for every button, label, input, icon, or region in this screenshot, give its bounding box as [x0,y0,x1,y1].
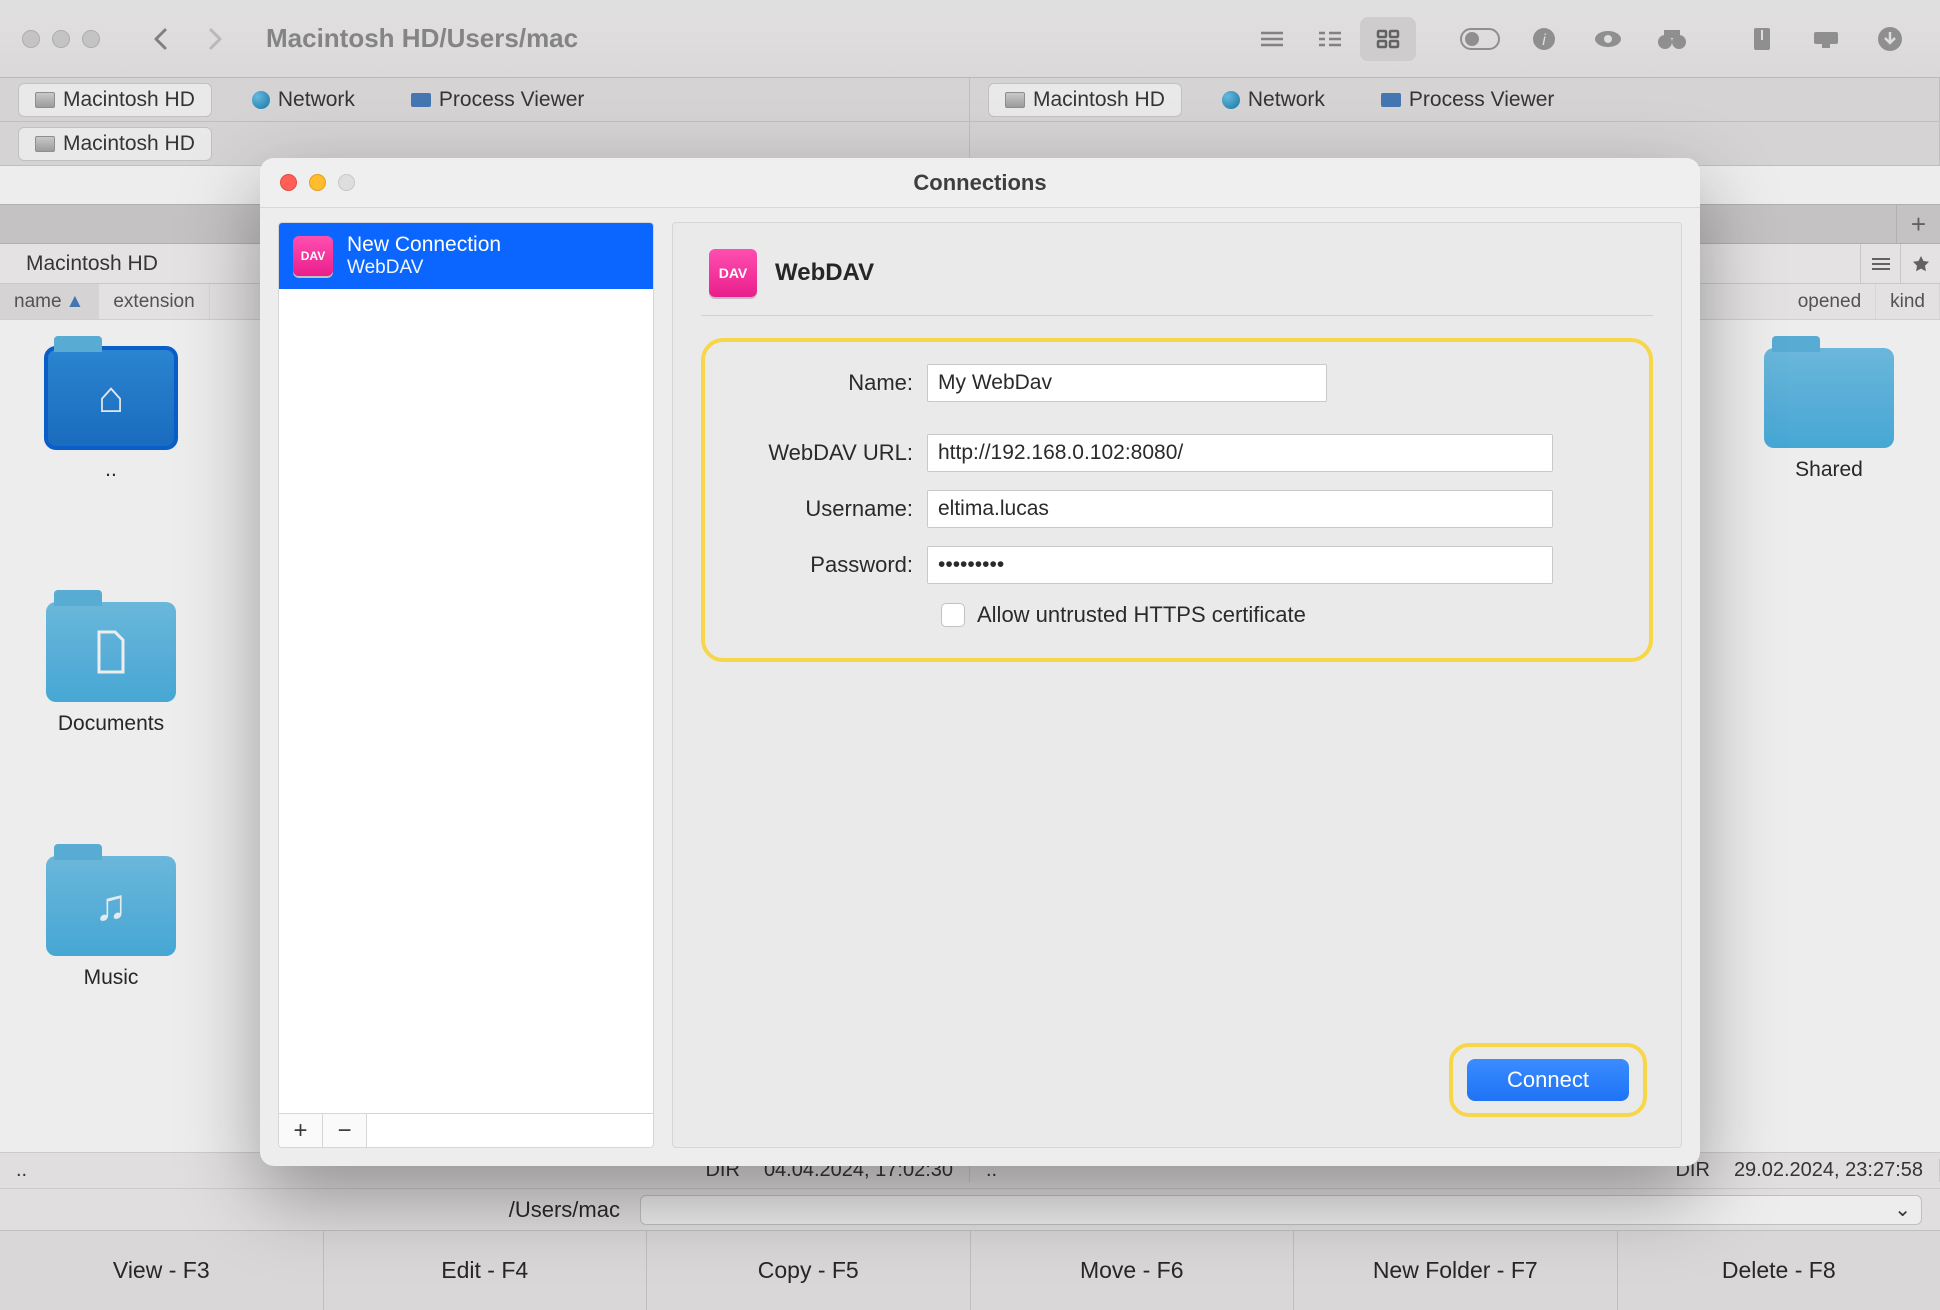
chevron-down-icon: ⌄ [1894,1197,1911,1222]
folder-documents-icon [46,602,176,702]
connections-sidebar: DAV New Connection WebDAV + − [278,222,654,1148]
tab-macintosh-hd-left[interactable]: Macintosh HD [18,83,212,117]
current-path: /Users/mac [0,1197,640,1223]
username-input[interactable] [927,490,1553,528]
function-key-bar: View - F3 Edit - F4 Copy - F5 Move - F6 … [0,1230,1940,1310]
copy-button[interactable]: Copy - F5 [647,1231,971,1310]
window-toolbar: Macintosh HD/Users/mac i [0,0,1940,78]
add-connection-button[interactable]: + [279,1114,323,1147]
monitor-icon [411,93,431,107]
modal-close-icon[interactable] [280,174,297,191]
connection-form-panel: DAV WebDAV Name: WebDAV URL: Username: [672,222,1682,1148]
password-input[interactable] [927,546,1553,584]
view-columns-icon[interactable] [1302,17,1358,61]
username-label: Username: [731,496,927,522]
name-input[interactable] [927,364,1327,402]
pane-tabs-row: Macintosh HD Network Process Viewer Maci… [0,78,1940,122]
form-highlight: Name: WebDAV URL: Username: Password: [701,338,1653,662]
download-icon[interactable] [1862,17,1918,61]
sidebar-footer: + − [279,1113,653,1147]
monitor-icon [1381,93,1401,107]
connections-modal: Connections DAV New Connection WebDAV + … [260,158,1700,1166]
webdav-badge-icon: DAV [709,249,757,297]
globe-icon [1222,91,1240,109]
close-window-icon[interactable] [22,30,40,48]
nav-back-button[interactable] [132,17,188,61]
breadcrumb-label[interactable]: Macintosh HD [26,252,158,276]
edit-button[interactable]: Edit - F4 [324,1231,648,1310]
col-kind[interactable]: kind [1876,284,1940,319]
path-display: Macintosh HD/Users/mac [266,23,1228,54]
disk-icon [1005,92,1025,108]
tab-network-left[interactable]: Network [236,84,371,116]
modal-traffic-lights [280,174,355,191]
remove-connection-button[interactable]: − [323,1114,367,1147]
connection-item-title: New Connection [347,233,501,257]
status-right-date: 29.02.2024, 23:27:58 [1734,1159,1923,1182]
nav-arrows [132,17,244,61]
toggle-switch-icon[interactable] [1452,17,1508,61]
folder-shared[interactable]: Shared [1754,348,1904,482]
window-traffic-lights [22,30,100,48]
connect-highlight: Connect [1449,1043,1647,1117]
nav-forward-button[interactable] [188,17,244,61]
tab-process-viewer-right[interactable]: Process Viewer [1365,84,1571,116]
col-name[interactable]: name ▲ [0,284,99,319]
tab-process-viewer-left[interactable]: Process Viewer [395,84,601,116]
modal-title: Connections [260,170,1700,196]
col-opened[interactable]: opened [1784,284,1876,319]
allow-untrusted-checkbox[interactable] [941,603,965,627]
move-button[interactable]: Move - F6 [971,1231,1295,1310]
zoom-window-icon[interactable] [82,30,100,48]
view-button[interactable]: View - F3 [0,1231,324,1310]
tab-network-right[interactable]: Network [1206,84,1341,116]
name-label: Name: [731,370,927,396]
folder-shared-icon [1764,348,1894,448]
col-extension[interactable]: extension [99,284,209,319]
binoculars-icon[interactable] [1644,17,1700,61]
globe-icon [252,91,270,109]
url-input[interactable] [927,434,1553,472]
modal-zoom-icon [338,174,355,191]
archive-icon[interactable] [1734,17,1790,61]
path-dropdown[interactable]: ⌄ [640,1195,1922,1225]
view-grid-icon[interactable] [1360,17,1416,61]
password-label: Password: [731,552,927,578]
toolbar-view-group: i [1242,15,1918,63]
preview-eye-icon[interactable] [1580,17,1636,61]
new-folder-button[interactable]: New Folder - F7 [1294,1231,1618,1310]
connection-item-webdav[interactable]: DAV New Connection WebDAV [279,223,653,289]
connect-button[interactable]: Connect [1467,1059,1629,1101]
folder-documents[interactable]: Documents [36,602,186,736]
right-pane-tabs: Macintosh HD Network Process Viewer [970,78,1940,121]
modal-minimize-icon[interactable] [309,174,326,191]
left-pane-tabs: Macintosh HD Network Process Viewer [0,78,970,121]
info-icon[interactable]: i [1516,17,1572,61]
allow-untrusted-label: Allow untrusted HTTPS certificate [977,602,1306,628]
folder-up[interactable]: ⌂ .. [36,348,186,482]
status-left-dots: .. [16,1159,27,1182]
add-tab-button[interactable]: + [1896,205,1940,243]
view-list-icon[interactable] [1244,17,1300,61]
folder-home-icon: ⌂ [46,348,176,448]
folder-music-icon: ♫ [46,856,176,956]
folder-music[interactable]: ♫ Music [36,856,186,990]
favorite-star-icon[interactable] [1900,244,1940,284]
form-header: DAV WebDAV [701,245,1653,316]
subtab-macintosh-hd[interactable]: Macintosh HD [18,127,212,161]
connection-item-subtitle: WebDAV [347,257,501,279]
tab-macintosh-hd-right[interactable]: Macintosh HD [988,83,1182,117]
form-title: WebDAV [775,259,874,287]
disk-icon [35,92,55,108]
webdav-badge-icon: DAV [293,236,333,276]
svg-text:i: i [1542,32,1546,49]
url-label: WebDAV URL: [731,440,927,466]
disk-icon [35,136,55,152]
minimize-window-icon[interactable] [52,30,70,48]
list-mode-icon[interactable] [1860,244,1900,284]
server-icon[interactable] [1798,17,1854,61]
modal-titlebar: Connections [260,158,1700,208]
delete-button[interactable]: Delete - F8 [1618,1231,1940,1310]
path-bar: /Users/mac ⌄ [0,1188,1940,1230]
